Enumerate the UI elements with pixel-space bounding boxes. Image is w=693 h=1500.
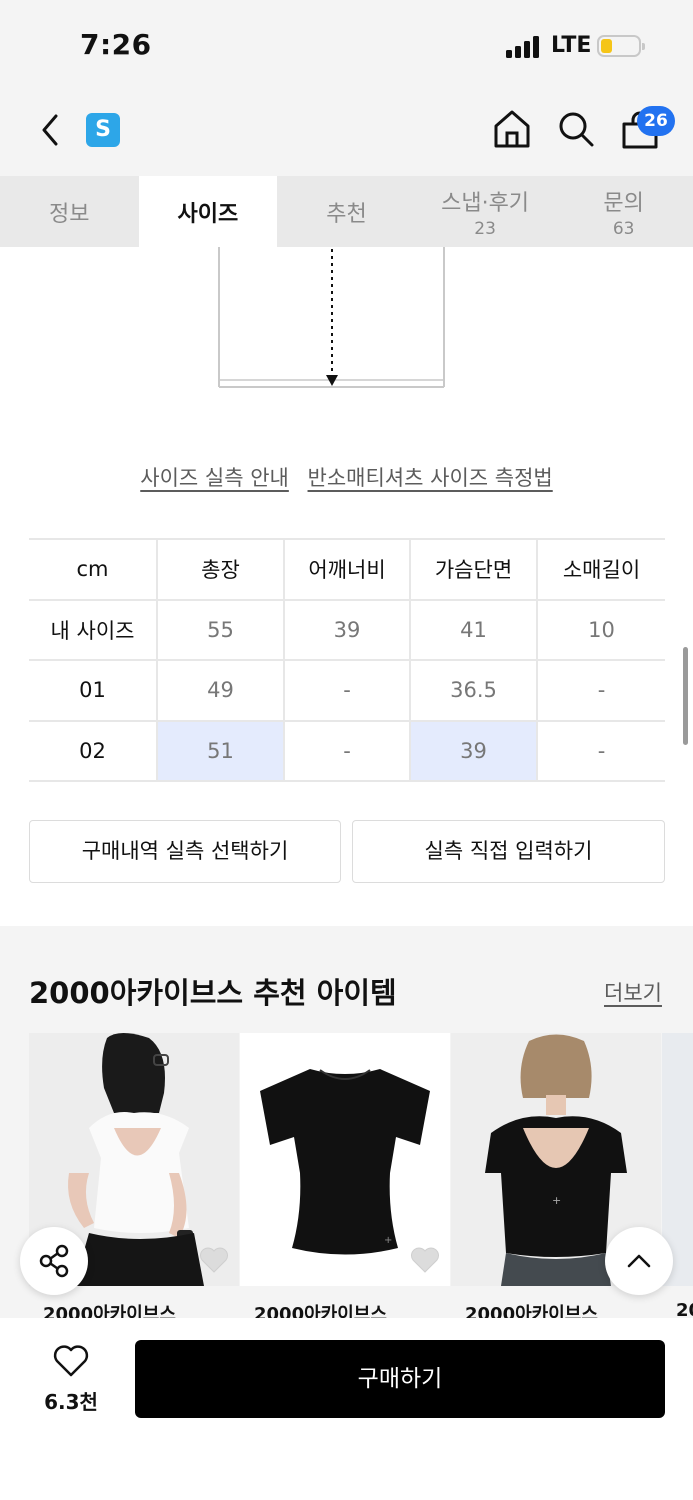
table-row[interactable]: 02 51 - 39 - xyxy=(29,719,665,782)
buy-button[interactable]: 구매하기 xyxy=(135,1340,665,1418)
table-cell-highlight: 39 xyxy=(410,719,538,782)
size-table: cm 총장 어깨너비 가슴단면 소매길이 내 사이즈 55 39 41 10 0… xyxy=(29,538,665,782)
table-header-cell: cm xyxy=(29,538,158,600)
store-logo-icon[interactable]: S xyxy=(86,113,120,147)
tab-count: 23 xyxy=(474,218,496,239)
tab-snap-review[interactable]: 스냅·후기 23 xyxy=(416,176,555,247)
table-cell-highlight: 51 xyxy=(157,719,285,782)
network-label: LTE xyxy=(551,33,592,58)
table-cell: 10 xyxy=(537,598,665,660)
status-time: 7:26 xyxy=(80,28,152,61)
recommend-title: 2000아카이브스 추천 아이템 xyxy=(29,976,397,1010)
like-count: 6.3천 xyxy=(44,1390,98,1414)
table-cell: - xyxy=(284,659,411,721)
table-row-label: 02 xyxy=(29,719,158,782)
table-cell: - xyxy=(537,719,665,782)
share-button[interactable] xyxy=(20,1227,88,1295)
heart-icon[interactable] xyxy=(199,1246,229,1274)
size-guide-link[interactable]: 사이즈 실측 안내 xyxy=(140,466,289,490)
tab-label: 문의 xyxy=(603,190,644,216)
back-icon[interactable] xyxy=(34,110,66,150)
product-card[interactable]: + xyxy=(240,1033,450,1286)
scroll-top-button[interactable] xyxy=(605,1227,673,1295)
battery-icon xyxy=(597,35,645,57)
table-header-cell: 소매길이 xyxy=(537,538,665,600)
status-bar: 7:26 LTE xyxy=(0,0,693,90)
tab-bar: 정보 사이즈 추천 스냅·후기 23 문의 63 xyxy=(0,176,693,247)
signal-icon xyxy=(506,36,542,58)
app-header: S 26 xyxy=(0,90,693,176)
table-cell: 49 xyxy=(157,659,285,721)
more-link[interactable]: 더보기 xyxy=(604,977,662,1007)
table-cell: - xyxy=(537,659,665,721)
table-cell: 36.5 xyxy=(410,659,538,721)
chevron-up-icon xyxy=(627,1254,651,1268)
tab-label: 정보 xyxy=(49,201,90,227)
table-header-cell: 어깨너비 xyxy=(284,538,411,600)
size-links: 사이즈 실측 안내 반소매티셔츠 사이즈 측정법 xyxy=(0,462,693,492)
bottom-bar: 6.3천 구매하기 xyxy=(0,1318,693,1500)
table-row-label: 내 사이즈 xyxy=(29,598,158,660)
heart-icon[interactable] xyxy=(410,1246,440,1274)
scrollbar[interactable] xyxy=(683,647,688,745)
svg-text:+: + xyxy=(552,1194,561,1207)
search-icon[interactable] xyxy=(557,110,595,148)
tab-label: 스냅·후기 xyxy=(441,190,530,216)
size-howto-link[interactable]: 반소매티셔츠 사이즈 측정법 xyxy=(308,466,553,490)
tab-label: 추천 xyxy=(326,201,367,227)
table-header-cell: 가슴단면 xyxy=(410,538,538,600)
tab-count: 63 xyxy=(612,218,635,239)
table-row-label: 01 xyxy=(29,659,158,721)
table-header-cell: 총장 xyxy=(157,538,285,600)
table-header-row: cm 총장 어깨너비 가슴단면 소매길이 xyxy=(29,538,665,600)
tab-info[interactable]: 정보 xyxy=(0,176,139,247)
tab-recommend[interactable]: 추천 xyxy=(277,176,416,247)
select-purchase-size-button[interactable]: 구매내역 실측 선택하기 xyxy=(29,820,341,883)
tab-size[interactable]: 사이즈 xyxy=(138,176,278,247)
tab-label: 사이즈 xyxy=(177,201,239,227)
manual-size-input-button[interactable]: 실측 직접 입력하기 xyxy=(352,820,665,883)
table-row-my-size: 내 사이즈 55 39 41 10 xyxy=(29,598,665,660)
table-row[interactable]: 01 49 - 36.5 - xyxy=(29,659,665,721)
table-cell: 39 xyxy=(284,598,411,660)
table-cell: - xyxy=(284,719,411,782)
home-icon[interactable] xyxy=(492,108,532,150)
size-measure-diagram xyxy=(218,247,445,388)
heart-outline-icon[interactable] xyxy=(52,1344,90,1378)
table-cell: 41 xyxy=(410,598,538,660)
share-icon xyxy=(39,1244,69,1278)
svg-text:+: + xyxy=(384,1235,392,1246)
table-cell: 55 xyxy=(157,598,285,660)
cart-count-badge: 26 xyxy=(637,106,675,136)
tab-inquiry[interactable]: 문의 63 xyxy=(554,176,693,247)
